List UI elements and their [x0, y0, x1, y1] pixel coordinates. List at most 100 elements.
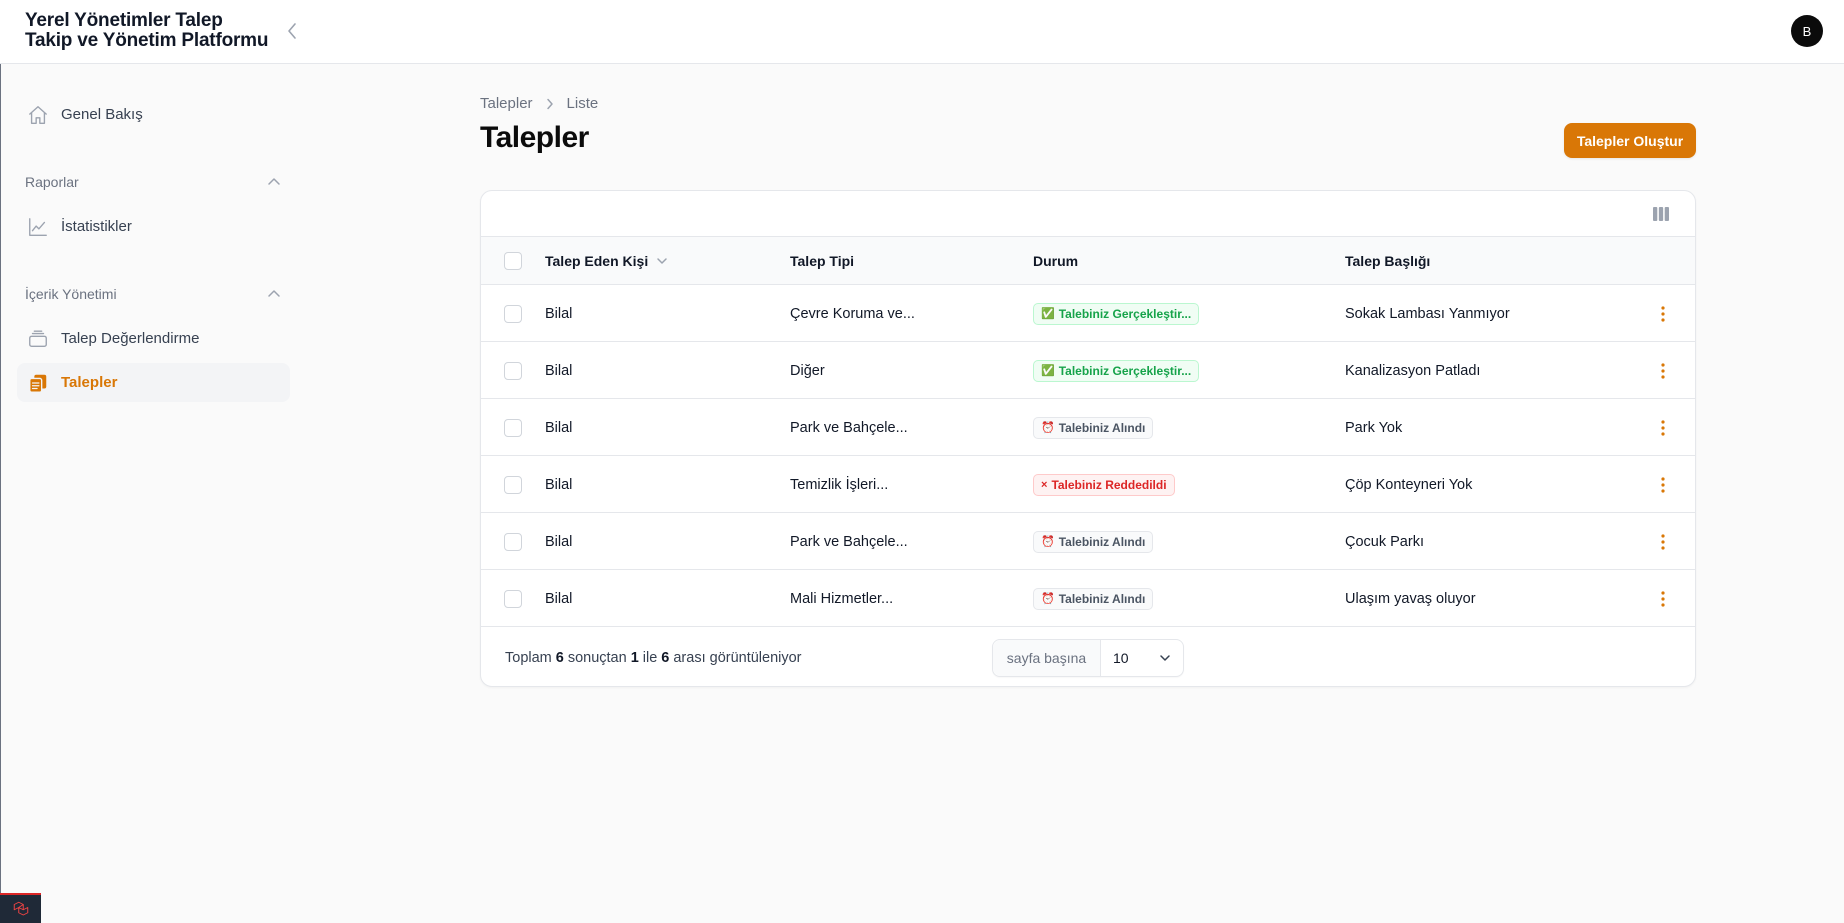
cell-title: Çocuk Parkı	[1345, 533, 1424, 550]
chevron-up-icon	[267, 287, 281, 301]
cell-title: Çöp Konteyneri Yok	[1345, 476, 1473, 493]
sidebar-group-raporlar[interactable]: Raporlar	[25, 172, 281, 192]
app-brand[interactable]: Yerel Yönetimler Talep Takip ve Yönetim …	[25, 11, 285, 51]
cell-title: Ulaşım yavaş oluyor	[1345, 590, 1476, 607]
status-badge: ⏰ Talebiniz Alındı	[1033, 530, 1154, 553]
table-footer: Toplam 6 sonuçtan 1 ile 6 arası görüntül…	[481, 628, 1695, 686]
status-badge: × Talebiniz Reddedildi	[1033, 473, 1175, 496]
cell-status: ⏰ Talebiniz Alındı	[1033, 570, 1154, 627]
status-badge: ⏰ Talebiniz Alındı	[1033, 416, 1154, 439]
ellipsis-vertical-icon	[1661, 533, 1665, 550]
summary-from: 1	[630, 650, 639, 666]
column-header-label: Talep Eden Kişi	[545, 253, 649, 269]
ellipsis-vertical-icon	[1661, 419, 1665, 436]
clipboard-document-icon	[26, 371, 50, 395]
row-actions-button[interactable]	[1657, 513, 1669, 570]
sidebar-item-istatistikler[interactable]: İstatistikler	[17, 207, 290, 246]
row-actions-button[interactable]	[1657, 456, 1669, 513]
chevron-left-icon	[288, 23, 296, 39]
breadcrumb-talepler[interactable]: Talepler	[480, 95, 533, 112]
sidebar-group-label: Raporlar	[25, 174, 79, 190]
row-actions-button[interactable]	[1657, 342, 1669, 399]
sidebar-item-talep-degerlendirme[interactable]: Talep Değerlendirme	[17, 319, 290, 358]
user-avatar[interactable]: B	[1791, 15, 1823, 47]
x-mark-icon: ×	[1041, 478, 1048, 491]
alarm-clock-icon: ⏰	[1041, 593, 1055, 605]
cell-status: ⏰ Talebiniz Alındı	[1033, 513, 1154, 570]
row-checkbox[interactable]	[504, 362, 522, 380]
check-mark-icon: ✅	[1041, 365, 1055, 377]
cell-status: ⏰ Talebiniz Alındı	[1033, 399, 1154, 456]
cell-type: Mali Hizmetler...	[790, 590, 894, 607]
sidebar-group-icerik-yonetimi[interactable]: İçerik Yönetimi	[25, 284, 281, 304]
row-actions-button[interactable]	[1657, 285, 1669, 342]
sidebar-item-label: Talep Değerlendirme	[61, 330, 200, 347]
row-checkbox[interactable]	[504, 590, 522, 608]
cell-type: Çevre Koruma ve...	[790, 305, 915, 322]
per-page-control: sayfa başına 10	[992, 639, 1184, 677]
row-checkbox[interactable]	[504, 419, 522, 437]
cell-type: Park ve Bahçele...	[790, 419, 908, 436]
framework-logo-icon	[13, 901, 28, 916]
status-badge: ✅ Talebiniz Gerçekleştir...	[1033, 302, 1200, 325]
sidebar-item-label: İstatistikler	[61, 218, 132, 235]
summary-text: arası görüntüleniyor	[673, 650, 802, 666]
ellipsis-vertical-icon	[1661, 590, 1665, 607]
row-actions-button[interactable]	[1657, 399, 1669, 456]
summary-text: sonuçtan	[567, 650, 627, 666]
breadcrumb: Talepler Liste	[480, 95, 598, 112]
per-page-select[interactable]: 10	[1101, 640, 1183, 676]
cell-title: Sokak Lambası Yanmıyor	[1345, 305, 1510, 322]
chevron-down-icon	[656, 255, 668, 267]
column-header-durum: Durum	[1033, 253, 1079, 269]
table-row[interactable]: Bilal Çevre Koruma ve... ✅ Talebiniz Gerç…	[481, 285, 1695, 342]
collapse-sidebar-button[interactable]	[282, 20, 302, 42]
sidebar-item-genel-bakis[interactable]: Genel Bakış	[17, 95, 290, 134]
breadcrumb-liste[interactable]: Liste	[567, 95, 599, 112]
table-row[interactable]: Bilal Park ve Bahçele... ⏰ Talebiniz Alın…	[481, 513, 1695, 570]
check-mark-icon: ✅	[1041, 308, 1055, 320]
row-checkbox[interactable]	[504, 533, 522, 551]
view-columns-icon	[1653, 207, 1669, 221]
row-checkbox[interactable]	[504, 305, 522, 323]
cell-person: Bilal	[545, 362, 573, 379]
chevron-down-icon	[1160, 655, 1170, 661]
cell-type: Temizlik İşleri...	[790, 476, 889, 493]
pagination-summary: Toplam 6 sonuçtan 1 ile 6 arası görüntül…	[505, 628, 802, 686]
status-badge: ✅ Talebiniz Gerçekleştir...	[1033, 359, 1200, 382]
table-row[interactable]: Bilal Mali Hizmetler... ⏰ Talebiniz Alınd…	[481, 570, 1695, 627]
column-toggle-button[interactable]	[1651, 205, 1671, 223]
cell-person: Bilal	[545, 419, 573, 436]
per-page-label: sayfa başına	[993, 640, 1101, 676]
sidebar-item-label: Genel Bakış	[61, 106, 143, 123]
debug-toolbar-button[interactable]	[0, 893, 41, 923]
table-header: Talep Eden Kişi Talep Tipi Durum Talep B…	[481, 237, 1695, 285]
topbar: Yerel Yönetimler Talep Takip ve Yönetim …	[0, 0, 1844, 64]
cell-status: ✅ Talebiniz Gerçekleştir...	[1033, 285, 1200, 342]
chevron-right-icon	[546, 98, 554, 110]
summary-total: 6	[555, 650, 564, 666]
column-header-talep-basligi: Talep Başlığı	[1345, 253, 1431, 269]
column-header-talep-eden-kisi[interactable]: Talep Eden Kişi	[545, 237, 668, 285]
create-talep-button[interactable]: Talepler Oluştur	[1564, 123, 1696, 158]
sidebar-group-label: İçerik Yönetimi	[25, 286, 117, 302]
table-row[interactable]: Bilal Temizlik İşleri... × Talebiniz Redd…	[481, 456, 1695, 513]
summary-to: 6	[661, 650, 670, 666]
sidebar-item-talepler[interactable]: Talepler	[17, 363, 290, 402]
per-page-value: 10	[1113, 650, 1129, 666]
status-badge-label: Talebiniz Gerçekleştir...	[1058, 363, 1192, 378]
alarm-clock-icon: ⏰	[1041, 536, 1055, 548]
row-actions-button[interactable]	[1657, 570, 1669, 627]
app-title-line1: Yerel Yönetimler Talep	[25, 10, 223, 31]
summary-text: Toplam	[505, 650, 552, 666]
ellipsis-vertical-icon	[1661, 476, 1665, 493]
alarm-clock-icon: ⏰	[1041, 422, 1055, 434]
table-row[interactable]: Bilal Park ve Bahçele... ⏰ Talebiniz Alın…	[481, 399, 1695, 456]
sidebar-item-label: Talepler	[61, 374, 118, 391]
ellipsis-vertical-icon	[1661, 305, 1665, 322]
row-checkbox[interactable]	[504, 476, 522, 494]
select-all-checkbox[interactable]	[504, 252, 522, 270]
table-row[interactable]: Bilal Diğer ✅ Talebiniz Gerçekleştir... K…	[481, 342, 1695, 399]
table-card: Talep Eden Kişi Talep Tipi Durum Talep B…	[480, 190, 1696, 687]
app-title-line2: Takip ve Yönetim Platformu	[25, 30, 269, 51]
